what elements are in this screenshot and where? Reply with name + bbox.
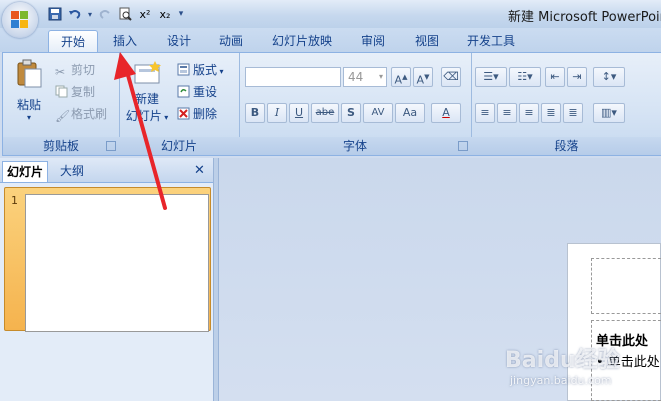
title-bar: ▾ x² x₂ ▾ 新建 Microsoft PowerPoint <box>0 0 661 28</box>
cut-button[interactable]: ✂ 剪切 <box>55 61 95 79</box>
align-left-button[interactable]: ≡ <box>475 103 495 123</box>
line-spacing-button[interactable]: ↕▾ <box>593 67 625 87</box>
distribute-button[interactable]: ≣ <box>563 103 583 123</box>
layout-button[interactable]: 版式 ▾ <box>177 61 224 78</box>
paste-label: 粘贴 <box>16 98 41 112</box>
dialog-launcher-icon[interactable] <box>458 141 468 151</box>
watermark-url: jingyan.baidu.com <box>510 374 612 387</box>
paragraph-group: ☰▾ ☷▾ ⇤ ⇥ ↕▾ ≡ ≡ ≡ ≣ ≣ ▥▾ 段落 <box>471 53 661 155</box>
cut-label: 剪切 <box>71 63 96 77</box>
tab-slides[interactable]: 幻灯片 <box>2 161 49 182</box>
align-right-button[interactable]: ≡ <box>519 103 539 123</box>
customize-icon[interactable]: ▾ <box>176 5 186 23</box>
tab-developer[interactable]: 开发工具 <box>460 30 522 52</box>
justify-button[interactable]: ≣ <box>541 103 561 123</box>
subscript-icon[interactable]: x₂ <box>156 5 174 23</box>
chevron-down-icon[interactable]: ▾ <box>86 5 94 23</box>
tab-insert[interactable]: 插入 <box>104 30 146 52</box>
title-placeholder[interactable] <box>591 258 661 314</box>
print-preview-icon[interactable] <box>116 5 134 23</box>
new-slide-label-1: 新建 <box>134 92 159 106</box>
slide-number: 1 <box>11 194 18 207</box>
layout-icon <box>177 63 191 77</box>
close-icon[interactable]: ✕ <box>190 161 209 181</box>
reset-icon <box>177 85 191 99</box>
tab-animations[interactable]: 动画 <box>210 30 252 52</box>
paragraph-group-label: 段落 <box>471 137 661 155</box>
delete-icon <box>177 107 191 121</box>
strikethrough-button[interactable]: abe <box>311 103 339 123</box>
reset-label: 重设 <box>193 85 218 99</box>
tab-view[interactable]: 视图 <box>406 30 448 52</box>
font-group-label: 字体 <box>239 137 471 155</box>
paste-button[interactable]: 粘贴 ▾ <box>11 59 47 133</box>
ribbon-tabs: 开始 插入 设计 动画 幻灯片放映 审阅 视图 开发工具 <box>0 28 661 53</box>
font-size-combo[interactable]: 44 ▾ <box>343 67 387 87</box>
layout-label: 版式 <box>193 63 218 77</box>
delete-label: 删除 <box>193 107 218 121</box>
italic-button[interactable]: I <box>267 103 287 123</box>
font-group: 44 ▾ A▲ A▼ ⌫ B I U abe S AV Aa A 字体 <box>239 53 472 155</box>
clear-format-button[interactable]: ⌫ <box>441 67 461 87</box>
tab-design[interactable]: 设计 <box>158 30 200 52</box>
save-icon[interactable] <box>46 5 64 23</box>
underline-button[interactable]: U <box>289 103 309 123</box>
clipboard-group-label: 剪贴板 <box>3 137 119 155</box>
clipboard-group: 粘贴 ▾ ✂ 剪切 复制 🖌格式刷 剪贴板 <box>3 53 120 155</box>
change-case-button[interactable]: Aa <box>395 103 425 123</box>
format-painter-button[interactable]: 🖌格式刷 <box>55 105 107 123</box>
slides-panel: 幻灯片 大纲 ✕ 1 <box>0 158 213 401</box>
tab-home[interactable]: 开始 <box>48 30 98 53</box>
undo-icon[interactable] <box>66 5 84 23</box>
window-title: 新建 Microsoft PowerPoint <box>508 10 661 25</box>
superscript-icon[interactable]: x² <box>136 5 154 23</box>
decrease-indent-button[interactable]: ⇤ <box>545 67 565 87</box>
dialog-launcher-icon[interactable] <box>106 141 116 151</box>
copy-label: 复制 <box>71 85 96 99</box>
bold-button[interactable]: B <box>245 103 265 123</box>
new-slide-button[interactable]: 新建 幻灯片 ▾ <box>125 59 169 133</box>
panel-tabs: 幻灯片 大纲 ✕ <box>0 158 213 183</box>
ribbon: 粘贴 ▾ ✂ 剪切 复制 🖌格式刷 剪贴板 新建 幻灯片 ▾ 版式 ▾ 重设 删除 <box>2 52 661 156</box>
office-button[interactable] <box>2 2 38 38</box>
char-spacing-button[interactable]: AV <box>363 103 393 123</box>
tab-slideshow[interactable]: 幻灯片放映 <box>266 30 338 52</box>
font-name-combo[interactable] <box>245 67 341 87</box>
columns-button[interactable]: ▥▾ <box>593 103 625 123</box>
office-logo-icon <box>11 11 29 29</box>
copy-icon <box>55 85 69 99</box>
slide-thumbnail[interactable] <box>25 194 209 332</box>
watermark-logo: Baidu经验 <box>505 348 620 373</box>
quick-access-toolbar: ▾ x² x₂ ▾ <box>46 4 186 24</box>
slides-group-label: 幻灯片 <box>119 137 239 155</box>
format-painter-label: 格式刷 <box>71 107 108 121</box>
slides-group: 新建 幻灯片 ▾ 版式 ▾ 重设 删除 幻灯片 <box>119 53 240 155</box>
thumbnail-list: 1 <box>0 183 213 401</box>
numbering-button[interactable]: ☷▾ <box>509 67 541 87</box>
slide-thumbnail-selected[interactable]: 1 <box>4 187 211 332</box>
redo-icon[interactable] <box>96 5 114 23</box>
increase-indent-button[interactable]: ⇥ <box>567 67 587 87</box>
copy-button[interactable]: 复制 <box>55 83 95 100</box>
tab-outline[interactable]: 大纲 <box>56 161 88 181</box>
chevron-down-icon: ▾ <box>26 113 31 122</box>
new-slide-icon <box>134 61 161 84</box>
paste-icon <box>17 59 42 88</box>
scissors-icon: ✂ <box>55 65 66 79</box>
font-color-button[interactable]: A <box>431 103 461 123</box>
reset-button[interactable]: 重设 <box>177 83 217 100</box>
new-slide-label-2: 幻灯片 ▾ <box>125 109 169 123</box>
shrink-font-button[interactable]: A▼ <box>413 67 433 87</box>
bullets-button[interactable]: ☰▾ <box>475 67 507 87</box>
align-center-button[interactable]: ≡ <box>497 103 517 123</box>
tab-review[interactable]: 审阅 <box>352 30 394 52</box>
grow-font-button[interactable]: A▲ <box>391 67 411 87</box>
delete-button[interactable]: 删除 <box>177 105 217 122</box>
shadow-button[interactable]: S <box>341 103 361 123</box>
paintbrush-icon: 🖌 <box>55 109 71 123</box>
